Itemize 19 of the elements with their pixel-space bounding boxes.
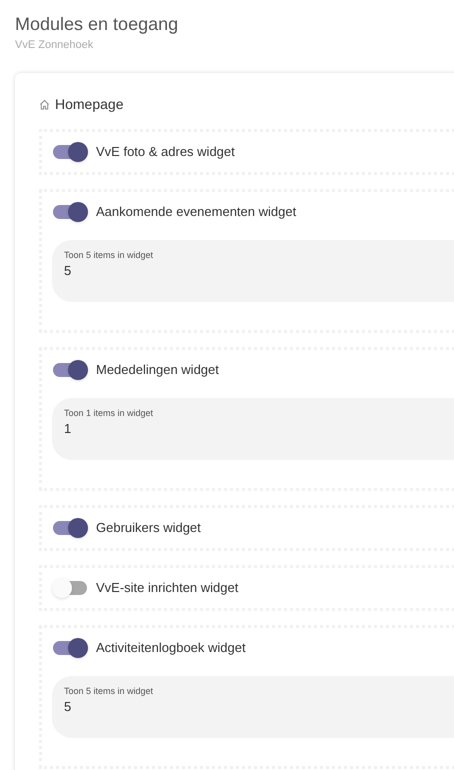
page-title: Modules en toegang: [15, 13, 180, 35]
toggle-switch[interactable]: [52, 202, 88, 222]
section-title: Homepage: [55, 94, 124, 114]
widget-label: Aankomende evenementen widget: [96, 203, 296, 222]
items-count-field[interactable]: Toon 1 items in widget 1: [52, 398, 454, 460]
toggle-switch[interactable]: [52, 578, 88, 598]
items-count-field[interactable]: Toon 5 items in widget 5: [52, 240, 454, 302]
widget-label: Gebruikers widget: [96, 519, 201, 538]
toggle-switch[interactable]: [52, 518, 88, 538]
widget-label: Mededelingen widget: [96, 361, 219, 380]
toggle-switch[interactable]: [52, 638, 88, 658]
toggle-switch[interactable]: [52, 142, 88, 162]
toggle-switch[interactable]: [52, 360, 88, 380]
widget-label: VvE foto & adres widget: [96, 143, 235, 162]
widget-label: VvE-site inrichten widget: [96, 579, 238, 598]
home-icon: [39, 98, 50, 110]
items-count-field[interactable]: Toon 5 items in widget 5: [52, 676, 454, 738]
widget-label: Activiteitenlogboek widget: [96, 639, 246, 658]
page-subtitle: VvE Zonnehoek: [15, 38, 94, 52]
